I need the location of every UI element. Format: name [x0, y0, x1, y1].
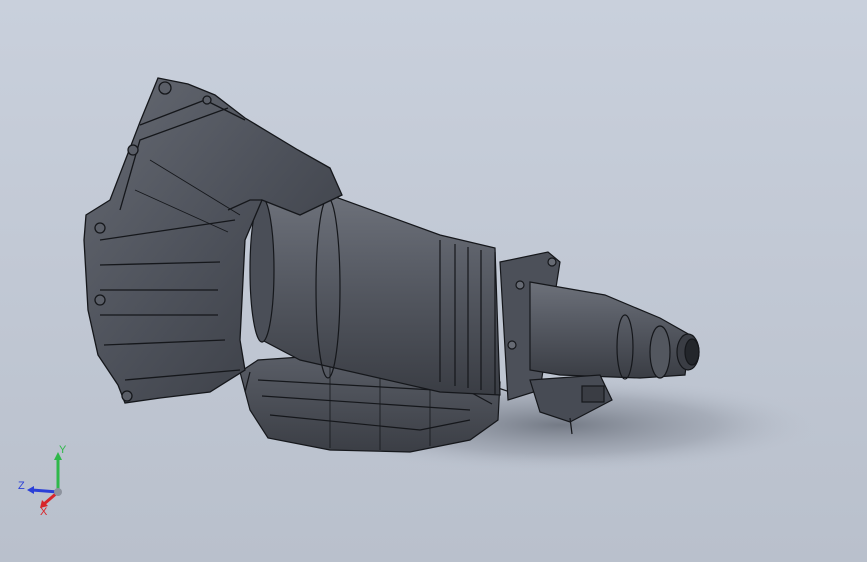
y-axis-label: Y — [59, 444, 67, 456]
z-arrowhead-icon — [27, 486, 34, 494]
graphics-viewport[interactable]: Y X Z — [0, 0, 867, 562]
transmission-model[interactable] — [0, 0, 867, 562]
tail-housing[interactable] — [529, 281, 691, 380]
output-seal[interactable] — [676, 333, 700, 371]
view-orientation-triad[interactable]: Y X Z — [14, 444, 84, 516]
z-axis-label: Z — [18, 480, 25, 492]
triad-origin-icon — [54, 488, 62, 496]
x-axis-label: X — [40, 506, 48, 516]
